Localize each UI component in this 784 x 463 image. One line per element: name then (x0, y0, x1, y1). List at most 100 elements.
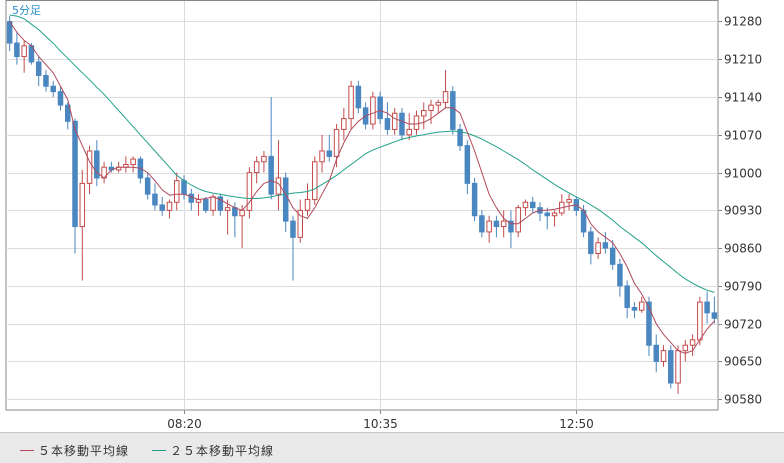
candle-body-up (391, 112, 398, 130)
y-tick-label: 90860 (724, 242, 762, 256)
timeframe-label: 5分足 (12, 4, 41, 17)
candle-body-down (355, 85, 362, 109)
chart: 91280 91210 91140 91070 91000 90930 90860 90790… (0, 0, 784, 463)
candle-body-up (660, 350, 667, 362)
candle-body-up (319, 150, 325, 163)
candle-body-up (486, 220, 492, 233)
candle-body-up (428, 104, 434, 112)
candle-body-up (638, 301, 645, 311)
candle-body-up (413, 115, 420, 130)
x-tick-label: 12:50 (559, 417, 594, 431)
candle-body-down (50, 85, 56, 93)
plot-frame (5, 0, 719, 411)
candle-body-down (144, 177, 151, 195)
candle-body-down (544, 212, 551, 217)
candle-body-down (668, 350, 674, 384)
candle-body-down (711, 312, 718, 319)
y-tick-label: 90790 (724, 280, 762, 294)
candle-body-down (399, 112, 405, 136)
candle-body-down (72, 120, 78, 228)
candle-body-down (188, 193, 195, 203)
candle-body-down (377, 96, 383, 120)
candle-body-down (384, 118, 391, 130)
legend-label-ma5: ５本移動平均線 (38, 444, 130, 458)
legend-item-ma5: ５本移動平均線 (20, 442, 129, 459)
candle-body-down (181, 180, 187, 195)
candle-body-down (282, 177, 289, 222)
candle-body-down (617, 263, 623, 287)
candle-body-up (261, 155, 267, 163)
y-tick-label: 90720 (724, 318, 762, 332)
legend-line-ma25 (152, 450, 166, 451)
y-tick-label: 90650 (724, 355, 762, 369)
candle-body-down (290, 220, 296, 238)
candle-body-up (442, 91, 449, 103)
candle-body-down (268, 155, 274, 195)
candle-body-up (312, 161, 318, 201)
candle-body-up (500, 220, 507, 228)
candle-body-up (239, 209, 245, 217)
y-tick-label: 91280 (724, 15, 762, 29)
candle-body-down (602, 242, 609, 249)
y-tick-label: 91070 (724, 129, 762, 143)
candle-body-up (675, 350, 681, 384)
candle-body-up (224, 207, 231, 211)
candle-body-up (682, 344, 689, 352)
candle-body-down (704, 301, 710, 314)
candle-body-down (631, 306, 638, 311)
candle-body-up (551, 212, 558, 217)
candle-body-down (464, 145, 471, 184)
candle-body-up (370, 96, 376, 125)
candle-body-down (529, 201, 536, 209)
candle-body-up (406, 128, 412, 136)
candle-body-up (566, 199, 572, 203)
legend: ５本移動平均線 ２５本移動平均線 (0, 432, 784, 463)
candle-body-down (159, 204, 165, 211)
candle-body-up (595, 242, 601, 255)
x-tick-label: 10:35 (363, 417, 398, 431)
candle-body-up (435, 101, 442, 106)
candle-body-up (173, 180, 180, 203)
legend-item-ma25: ２５本移動平均線 (152, 442, 274, 459)
candle-body-up (515, 207, 521, 233)
candle-body-down (326, 150, 333, 157)
y-tick-label: 91210 (724, 53, 762, 67)
y-tick-label: 90580 (724, 393, 762, 407)
y-tick-label: 90930 (724, 204, 762, 218)
x-tick-label: 08:20 (167, 417, 202, 431)
plot-area: 91280 91210 91140 91070 91000 90930 90860 90790… (5, 0, 762, 431)
candle-body-up (253, 161, 260, 174)
candle-body-up (421, 110, 427, 117)
candle-body-up (522, 201, 529, 209)
candle-body-down (479, 215, 485, 233)
candle-body-down (14, 42, 20, 58)
candle-body-down (624, 285, 630, 308)
y-tick-label: 91000 (724, 167, 762, 181)
candle-body-down (609, 247, 616, 265)
candle-body-down (152, 193, 158, 206)
candle-body-down (493, 220, 500, 228)
candle-body-up (348, 85, 354, 120)
legend-line-ma5 (20, 450, 34, 451)
candle-body-down (232, 207, 238, 217)
candle-body-up (21, 45, 27, 58)
candle-body-up (79, 182, 86, 228)
candle-body-up (210, 196, 216, 211)
candle-body-down (43, 74, 49, 87)
candle-body-down (57, 91, 64, 106)
candle-body-down (471, 182, 478, 217)
candle-body-down (450, 91, 456, 130)
candle-body-up (304, 199, 311, 211)
candle-body-up (341, 118, 347, 130)
candle-body-down (203, 199, 209, 211)
candle-body-up (130, 158, 136, 165)
candle-body-up (166, 201, 173, 211)
legend-label-ma25: ２５本移動平均線 (170, 444, 275, 458)
candle-body-down (588, 231, 594, 255)
candle-body-up (333, 128, 340, 157)
candle-body-down (653, 344, 659, 362)
candle-body-down (35, 61, 42, 76)
candle-body-up (86, 150, 93, 184)
candle-body-up (689, 339, 696, 346)
candle-body-up (697, 301, 703, 341)
